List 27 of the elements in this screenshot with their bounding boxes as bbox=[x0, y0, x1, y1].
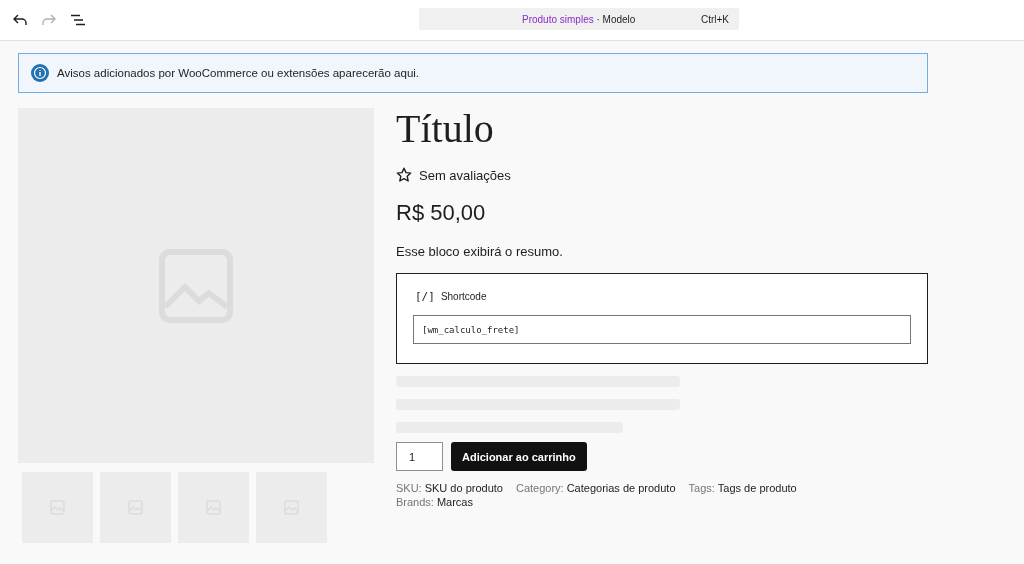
quantity-input[interactable]: 1 bbox=[396, 442, 443, 471]
meta-value[interactable]: SKU do produto bbox=[424, 482, 503, 494]
document-type: Produto simples bbox=[522, 13, 594, 25]
document-name: Modelo bbox=[602, 13, 636, 25]
info-icon bbox=[31, 64, 49, 82]
meta-value[interactable]: Tags de produto bbox=[717, 482, 797, 494]
notice-text: Avisos adicionados por WooCommerce ou extensões aparecerão aqui. bbox=[57, 67, 420, 79]
shortcut-hint: Ctrl+K bbox=[700, 13, 729, 25]
product-price: R$ 50,00 bbox=[396, 200, 487, 226]
meta-label: SKU: bbox=[396, 482, 422, 494]
shortcode-icon: [/] bbox=[415, 290, 435, 303]
shortcode-label: Shortcode bbox=[440, 291, 487, 302]
product-title: Título bbox=[396, 108, 495, 150]
separator: · bbox=[596, 13, 600, 25]
meta-label: Tags: bbox=[688, 482, 715, 494]
document-overview-icon[interactable] bbox=[71, 14, 85, 26]
meta-label: Brands: bbox=[396, 496, 434, 508]
shortcode-input[interactable]: [wm_calculo_frete] bbox=[413, 315, 911, 344]
command-bar[interactable]: Produto simples · Modelo Ctrl+K bbox=[419, 8, 739, 30]
rating-text: Sem avaliações bbox=[419, 167, 511, 183]
meta-label: Category: bbox=[515, 482, 564, 494]
meta-value[interactable]: Categorias de produto bbox=[566, 482, 676, 494]
meta-value[interactable]: Marcas bbox=[436, 496, 473, 508]
add-to-cart-button[interactable]: Adicionar ao carrinho bbox=[451, 442, 587, 471]
undo-icon[interactable] bbox=[13, 14, 27, 26]
star-icon bbox=[396, 167, 412, 183]
product-excerpt: Esse bloco exibirá o resumo. bbox=[396, 244, 564, 259]
